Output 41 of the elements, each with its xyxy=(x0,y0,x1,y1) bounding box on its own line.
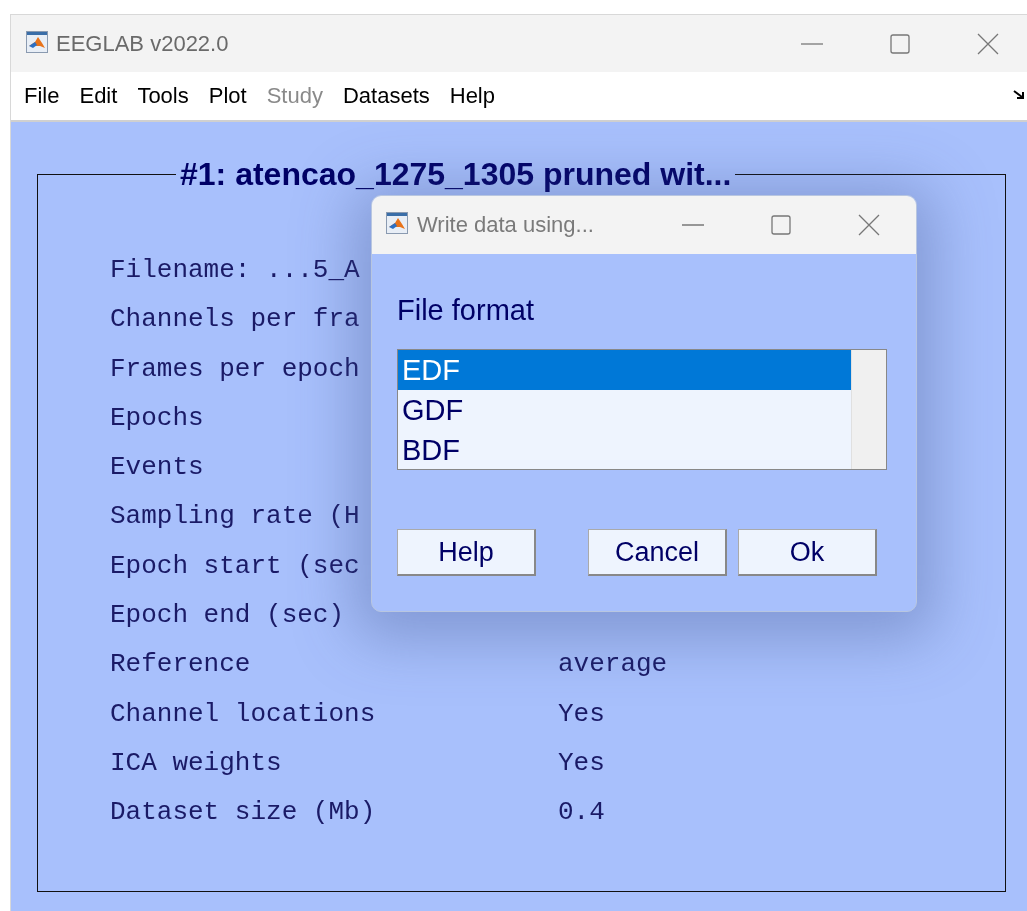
info-label: Channel locations xyxy=(110,697,376,731)
info-value: Yes xyxy=(558,746,605,780)
close-icon[interactable] xyxy=(857,213,881,237)
info-label: Epochs xyxy=(110,401,204,435)
dialog-title: Write data using... xyxy=(417,212,595,238)
menu-item[interactable]: Plot xyxy=(198,83,257,109)
list-item[interactable]: BDF xyxy=(398,430,851,470)
info-value: 0.4 xyxy=(558,796,605,830)
info-label: Filename: ...5_A xyxy=(110,254,360,287)
dialog-button[interactable]: Help xyxy=(397,529,536,576)
info-label: Events xyxy=(110,451,204,485)
logo-icon xyxy=(26,30,48,53)
format-list[interactable]: EDF GDF BDF xyxy=(397,349,887,470)
dialog-button[interactable]: Cancel xyxy=(588,529,727,576)
menu-item[interactable]: Tools xyxy=(127,83,199,109)
dataset-title: #1: atencao_1275_1305 pruned wit... xyxy=(179,156,733,193)
info-value: average xyxy=(558,648,668,682)
info-label: Epoch end (sec) xyxy=(110,599,345,633)
menu-item[interactable]: Datasets xyxy=(332,83,440,109)
info-label: Dataset size (Mb) xyxy=(110,796,376,830)
info-label: ICA weights xyxy=(110,746,282,780)
info-label: Reference xyxy=(110,648,251,682)
menu-item[interactable]: Edit xyxy=(69,83,128,109)
scrollbar[interactable] xyxy=(851,350,886,469)
info-label: Epoch start (sec xyxy=(110,549,360,583)
maximize-icon[interactable] xyxy=(888,31,912,56)
window-title: EEGLAB v2022.0 xyxy=(56,30,230,57)
list-item[interactable]: EDF xyxy=(398,350,851,390)
info-value: Yes xyxy=(558,697,605,731)
maximize-icon[interactable] xyxy=(769,213,793,237)
close-icon[interactable] xyxy=(976,31,1000,56)
logo-icon xyxy=(386,212,408,234)
info-label: Frames per epoch xyxy=(110,352,360,386)
field-label: File format xyxy=(397,294,535,328)
list-item[interactable]: GDF xyxy=(398,390,851,430)
info-label: Channels per fra xyxy=(110,303,360,337)
dialog-button[interactable]: Ok xyxy=(738,529,877,576)
dock-arrow-icon[interactable] xyxy=(1013,89,1025,101)
info-label: Sampling rate (H xyxy=(110,500,360,534)
menu-item[interactable]: File xyxy=(14,83,70,109)
menu-item[interactable]: Help xyxy=(439,83,505,109)
